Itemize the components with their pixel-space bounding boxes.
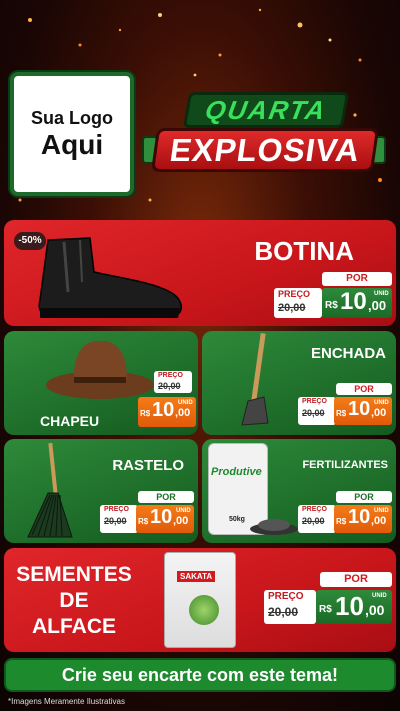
old-price: 20,00 [158,381,181,391]
product-title: ENCHADA [311,345,386,362]
logo-line1: Sua Logo [31,107,113,128]
product-title: CHAPEU [40,413,100,429]
product-card-enchada: ENCHADA POR PREÇO 20,00 R$ 10 ,00 UNID [202,331,396,435]
price-integer: 10 [152,399,175,421]
unit-label: UNID [374,291,389,297]
logo-line2: Aqui [40,128,104,160]
price-tag: POR PREÇO 20,00 R$ 10 ,00 UNID [264,572,392,626]
product-title: FERTILIZANTES [302,459,388,471]
hoe-icon [241,333,269,426]
new-price: R$ 10 ,00 UNID [316,590,392,624]
title-line2: DE [59,589,89,612]
price-integer: 10 [335,591,364,621]
currency: R$ [336,409,347,418]
bag-brand: Produtive [211,466,262,478]
banner-line2: EXPLOSIVA [150,128,380,172]
currency: R$ [319,604,332,615]
price-decimal: ,00 [371,407,387,419]
por-label: POR [336,491,392,503]
price-tag: POR PREÇO 20,00 R$ 10 ,00 UNID [100,491,194,539]
price-integer: 10 [340,288,367,315]
product-card-sementes: SEMENTES DE ALFACE SAKATA POR PREÇO 20,0… [4,548,396,652]
promo-banner: QUARTA EXPLOSIVA [142,92,386,184]
product-title: SEMENTES DE ALFACE [10,562,138,640]
price-tag: POR PREÇO 20,00 R$ 10 ,00 UNID [274,272,392,320]
preco-label: PREÇO [158,372,183,379]
new-price: R$ 10 ,00 UNID [334,505,392,533]
boot-icon [38,237,183,318]
old-price: 20,00 [302,408,325,418]
old-price: 20,00 [104,516,127,526]
price-integer: 10 [150,506,173,528]
preco-label: PREÇO [268,591,304,602]
product-card-fertilizantes: Produtive 50kg FERTILIZANTES POR PREÇO 2… [202,439,396,543]
price-integer: 10 [348,398,371,420]
old-price: 20,00 [302,516,325,526]
old-price-box: PREÇO 20,00 [100,505,138,533]
currency: R$ [325,300,338,311]
product-title: RASTELO [112,457,184,474]
new-price: R$ 10 ,00 UNID [322,288,392,318]
old-price-box: PREÇO 20,00 [274,288,322,318]
old-price-box: PREÇO 20,00 [298,505,336,533]
old-price-box: PREÇO 20,00 [154,371,192,393]
preco-label: PREÇO [302,398,327,405]
price-decimal: ,00 [173,515,189,527]
product-card-botina: -50% BOTINA POR PREÇO 20,00 R$ 10 ,00 UN… [4,220,396,326]
currency: R$ [138,517,149,526]
old-price-box: PREÇO 20,00 [264,590,316,624]
old-price: 20,00 [278,302,306,314]
packet-brand: SAKATA [177,571,216,582]
rake-icon [27,442,73,538]
new-price: R$ 10 ,00 UNID [334,397,392,425]
por-label: POR [320,572,392,587]
banner-line1: QUARTA [182,92,350,128]
por-label: POR [322,272,392,286]
price-decimal: ,00 [175,407,191,419]
por-label: POR [336,383,392,395]
cta-banner[interactable]: Crie seu encarte com este tema! [4,658,396,692]
unit-label: UNID [374,400,389,406]
unit-label: UNID [372,593,387,599]
product-card-rastelo: RASTELO POR PREÇO 20,00 R$ 10 ,00 UNID [4,439,198,543]
price-tag: PREÇO 20,00 R$ 10 ,00 UNID [138,371,196,431]
price-tag: POR PREÇO 20,00 R$ 10 ,00 UNID [298,491,392,539]
title-line3: ALFACE [32,615,116,638]
product-card-chapeu: CHAPEU PREÇO 20,00 R$ 10 ,00 UNID [4,331,198,435]
preco-label: PREÇO [278,289,311,299]
title-line1: SEMENTES [16,563,132,586]
price-decimal: ,00 [365,602,385,618]
bag-weight: 50kg [229,516,245,523]
currency: R$ [140,409,151,418]
preco-label: PREÇO [104,506,129,513]
old-price: 20,00 [268,605,299,619]
preco-label: PREÇO [302,506,327,513]
new-price: R$ 10 ,00 UNID [138,397,196,427]
price-tag: POR PREÇO 20,00 R$ 10 ,00 UNID [298,383,392,431]
disclaimer: *Imagens Meramente Ilustrativas [8,697,125,706]
product-title: BOTINA [254,236,354,266]
price-decimal: ,00 [368,298,387,313]
unit-label: UNID [178,400,193,406]
logo-placeholder: Sua Logo Aqui [10,72,134,196]
unit-label: UNID [374,508,389,514]
old-price-box: PREÇO 20,00 [298,397,336,425]
price-integer: 10 [348,506,371,528]
lettuce-image [189,595,219,625]
unit-label: UNID [176,508,191,514]
new-price: R$ 10 ,00 UNID [136,505,194,533]
currency: R$ [336,517,347,526]
por-label: POR [138,491,194,503]
price-decimal: ,00 [371,515,387,527]
hat-icon [46,340,154,399]
seed-packet-icon: SAKATA [164,552,236,648]
fertilizer-pile-icon [250,519,298,535]
